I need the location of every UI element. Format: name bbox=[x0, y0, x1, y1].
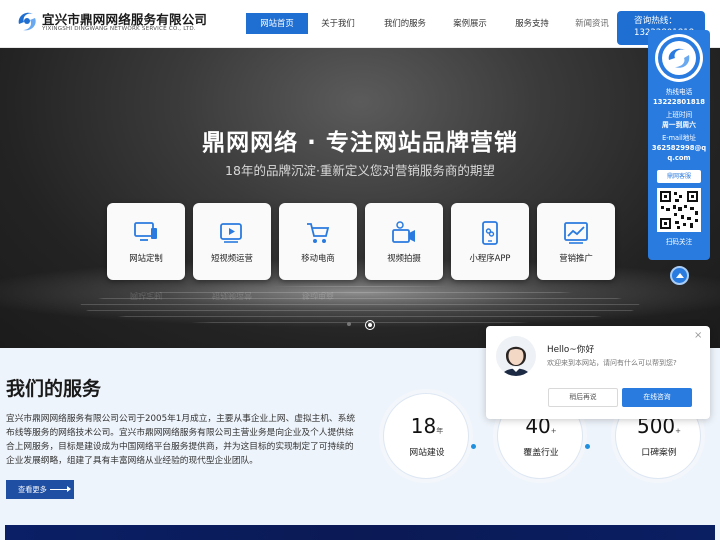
nav-item-news[interactable]: 新闻资讯 bbox=[568, 13, 616, 34]
card-label: 网站定制 bbox=[129, 253, 163, 263]
card-label: 小程序APP bbox=[469, 253, 511, 263]
next-section-banner bbox=[5, 525, 715, 540]
stat-unit: 年 bbox=[436, 427, 444, 435]
chat-greeting: Hello~你好 bbox=[547, 345, 595, 355]
card-reflection: 网站定制 bbox=[130, 291, 162, 300]
card-label: 营销推广 bbox=[559, 253, 593, 263]
banner-title: 鼎网网络 · 专注网站品牌营销 bbox=[202, 130, 518, 156]
chat-invite-popup: Hello~你好 欢迎来到本网站，请问有什么可以帮到您? × 稍后再说 在线咨询 bbox=[486, 326, 710, 419]
service-card-video-shooting[interactable]: 视频拍摄 bbox=[365, 203, 443, 280]
customer-service-icon[interactable] bbox=[655, 34, 703, 82]
services-description: 宜兴市鼎网网络服务有限公司公司于2005年1月成立，主要从事企业上网、虚拟主机、… bbox=[6, 414, 356, 466]
slider-dot-2-active[interactable] bbox=[365, 320, 375, 330]
service-card-short-video[interactable]: 短视频运营 bbox=[193, 203, 271, 280]
service-card-mobile-commerce[interactable]: 移动电商 bbox=[279, 203, 357, 280]
stat-divider-dot bbox=[585, 444, 590, 449]
stat-divider-dot bbox=[471, 444, 476, 449]
chat-consult-button[interactable]: 在线咨询 bbox=[622, 388, 692, 407]
logo-swirl-icon bbox=[18, 12, 36, 31]
stat-label: 网站建设 bbox=[409, 448, 445, 458]
qr-code-icon bbox=[657, 188, 701, 232]
side-hours-label: 上班时间 bbox=[665, 111, 693, 119]
site-header: 宜兴市鼎网网络服务有限公司 YIXINGSHI DINGWANG NETWORK… bbox=[0, 0, 720, 48]
company-name-en: YIXINGSHI DINGWANG NETWORK SERVICE CO., … bbox=[42, 26, 196, 32]
stat-number: 18 bbox=[410, 414, 437, 438]
view-more-button[interactable]: 查看更多 bbox=[6, 480, 74, 499]
back-to-top-button[interactable] bbox=[670, 266, 689, 285]
floating-contact-panel: 热线电话 13222801818 上班时间 周一到周六 E-mail地址 362… bbox=[648, 30, 710, 260]
services-title: 我们的服务 bbox=[6, 378, 102, 400]
nav-item-about[interactable]: 关于我们 bbox=[312, 13, 364, 34]
stat-label: 口碑案例 bbox=[641, 448, 677, 458]
banner-subtitle: 18年的品牌沉淀·重新定义您对营销服务商的期望 bbox=[225, 163, 495, 178]
side-hotline-number: 13222801818 bbox=[652, 98, 706, 106]
hero-banner bbox=[0, 48, 720, 348]
slider-dot-1[interactable] bbox=[347, 322, 351, 326]
stat-label: 覆盖行业 bbox=[523, 448, 559, 458]
stat-unit: + bbox=[550, 427, 557, 435]
card-label: 短视频运营 bbox=[211, 253, 253, 263]
hotline-label: 咨询热线： bbox=[634, 16, 677, 26]
nav-item-support[interactable]: 服务支持 bbox=[506, 13, 558, 34]
service-card-website[interactable]: 网站定制 bbox=[107, 203, 185, 280]
video-play-icon bbox=[220, 223, 242, 243]
customer-service-button[interactable]: 鼎网客服 bbox=[657, 170, 701, 183]
view-more-label: 查看更多 bbox=[18, 485, 47, 494]
stat-years: 18年 网站建设 bbox=[383, 393, 469, 479]
mobile-app-icon bbox=[482, 221, 498, 245]
card-label: 视频拍摄 bbox=[387, 253, 421, 263]
qr-caption: 扫码关注 bbox=[665, 238, 693, 246]
card-reflection: 移动电商 bbox=[302, 291, 334, 300]
side-email-line2: q.com bbox=[667, 154, 691, 162]
side-hotline-label: 热线电话 bbox=[665, 88, 693, 96]
stat-unit: + bbox=[675, 427, 682, 435]
side-hours-value: 周一到周六 bbox=[662, 121, 696, 129]
card-label: 移动电商 bbox=[301, 253, 335, 263]
monitor-icon bbox=[134, 222, 157, 241]
chat-message: 欢迎来到本网站，请问有什么可以帮到您? bbox=[547, 359, 677, 367]
shopping-cart-icon bbox=[307, 223, 330, 243]
chat-later-button[interactable]: 稍后再说 bbox=[548, 388, 618, 407]
trend-chart-icon bbox=[564, 222, 588, 244]
close-icon[interactable]: × bbox=[694, 330, 702, 341]
camera-icon bbox=[392, 221, 415, 243]
service-card-miniprogram[interactable]: 小程序APP bbox=[451, 203, 529, 280]
side-email-label: E-mail地址 bbox=[662, 134, 696, 142]
nav-item-cases[interactable]: 案例展示 bbox=[444, 13, 496, 34]
card-reflection: 短视频运营 bbox=[212, 291, 252, 300]
service-card-marketing[interactable]: 营销推广 bbox=[537, 203, 615, 280]
side-email-line1: 362582998@q bbox=[651, 144, 707, 152]
agent-avatar bbox=[496, 336, 536, 376]
nav-item-home[interactable]: 网站首页 bbox=[246, 13, 308, 34]
nav-item-services[interactable]: 我们的服务 bbox=[374, 13, 436, 34]
arrow-right-icon bbox=[50, 486, 71, 492]
company-logo[interactable]: 宜兴市鼎网网络服务有限公司 YIXINGSHI DINGWANG NETWORK… bbox=[14, 6, 214, 42]
